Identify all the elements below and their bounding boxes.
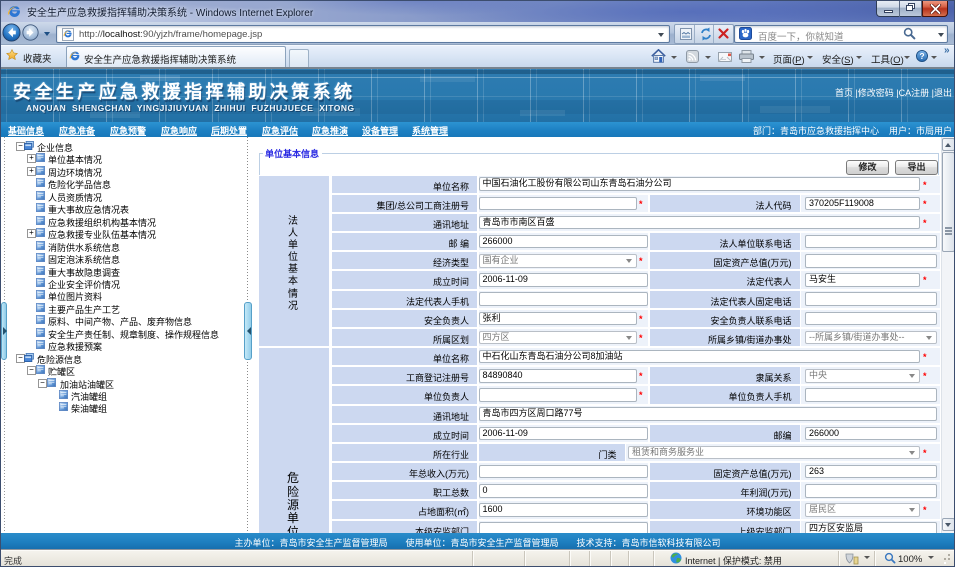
svg-text:?: ? [919,51,924,61]
